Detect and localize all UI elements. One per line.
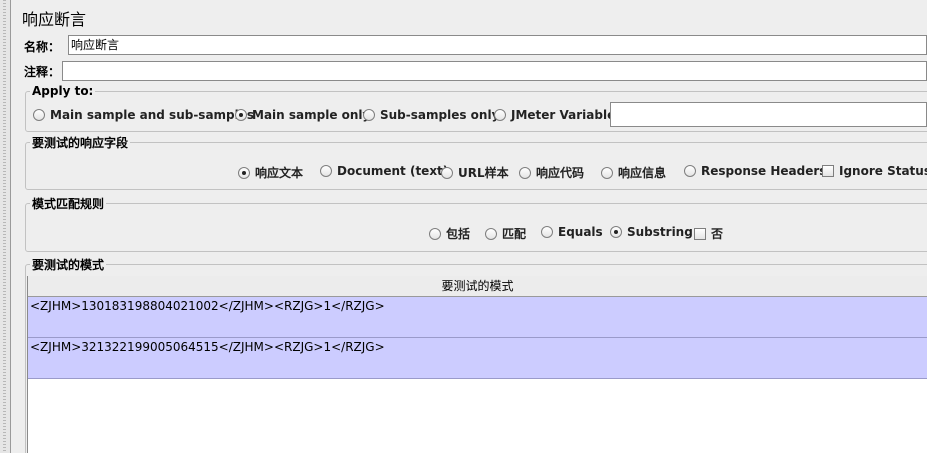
radio-off-icon bbox=[320, 165, 332, 177]
radio-off-icon bbox=[441, 166, 453, 179]
pattern-row[interactable]: <ZJHM>321322199005064515</ZJHM><RZJG>1</… bbox=[28, 338, 927, 379]
field-response-headers-radio[interactable]: Response Headers bbox=[684, 164, 826, 178]
field-response-code-label: 响应代码 bbox=[536, 166, 585, 180]
rule-matches-radio[interactable]: 匹配 bbox=[485, 225, 526, 242]
radio-off-icon bbox=[494, 109, 506, 121]
patterns-table[interactable]: 要测试的模式 <ZJHM>130183198804021002</ZJHM><R… bbox=[27, 276, 927, 453]
checkbox-icon bbox=[822, 165, 834, 177]
apply-main-and-sub-radio[interactable]: Main sample and sub-samples bbox=[33, 108, 254, 122]
pattern-row[interactable]: <ZJHM>130183198804021002</ZJHM><RZJG>1</… bbox=[28, 297, 927, 338]
field-response-text-label: 响应文本 bbox=[255, 166, 304, 180]
not-checkbox[interactable]: 否 bbox=[694, 225, 723, 242]
apply-main-only-label: Main sample only bbox=[252, 108, 371, 122]
apply-sub-only-radio[interactable]: Sub-samples only bbox=[363, 108, 499, 122]
radio-on-icon bbox=[235, 109, 247, 121]
rule-equals-label: Equals bbox=[558, 225, 603, 239]
rule-matches-label: 匹配 bbox=[502, 227, 527, 241]
field-document-text-label: Document (text) bbox=[337, 164, 449, 178]
comment-label: 注释： bbox=[24, 65, 61, 79]
rule-contains-label: 包括 bbox=[446, 227, 471, 241]
radio-off-icon bbox=[519, 166, 531, 179]
rule-equals-radio[interactable]: Equals bbox=[541, 225, 603, 239]
apply-sub-only-label: Sub-samples only bbox=[380, 108, 500, 122]
radio-on-icon bbox=[610, 226, 622, 238]
radio-off-icon bbox=[33, 109, 45, 121]
patterns-legend: 要测试的模式 bbox=[32, 258, 105, 272]
comment-field[interactable] bbox=[62, 61, 927, 81]
rule-substring-radio[interactable]: Substring bbox=[610, 225, 693, 239]
response-field-legend: 要测试的响应字段 bbox=[32, 136, 129, 150]
page-title: 响应断言 bbox=[22, 10, 87, 29]
field-response-message-radio[interactable]: 响应信息 bbox=[601, 164, 666, 181]
ignore-status-label: Ignore Status bbox=[839, 164, 927, 178]
name-label: 名称： bbox=[24, 40, 61, 54]
radio-off-icon bbox=[485, 227, 497, 240]
splitter-handle[interactable] bbox=[0, 0, 11, 453]
radio-off-icon bbox=[684, 165, 696, 177]
field-response-text-radio[interactable]: 响应文本 bbox=[238, 164, 303, 181]
apply-jmeter-variable-radio[interactable]: JMeter Variable bbox=[494, 108, 615, 122]
apply-to-legend: Apply to: bbox=[32, 84, 94, 98]
not-label: 否 bbox=[711, 227, 724, 241]
radio-on-icon bbox=[238, 166, 250, 179]
field-response-message-label: 响应信息 bbox=[618, 166, 667, 180]
rule-contains-radio[interactable]: 包括 bbox=[429, 225, 470, 242]
radio-off-icon bbox=[363, 109, 375, 121]
jmeter-variable-field[interactable] bbox=[610, 102, 927, 127]
radio-off-icon bbox=[601, 166, 613, 179]
field-url-sample-radio[interactable]: URL样本 bbox=[441, 164, 509, 181]
apply-main-only-radio[interactable]: Main sample only bbox=[235, 108, 370, 122]
field-response-code-radio[interactable]: 响应代码 bbox=[519, 164, 584, 181]
response-field-panel: 要测试的响应字段 bbox=[25, 134, 927, 190]
apply-main-and-sub-label: Main sample and sub-samples bbox=[50, 108, 255, 122]
name-field[interactable]: 响应断言 bbox=[68, 35, 927, 55]
field-document-text-radio[interactable]: Document (text) bbox=[320, 164, 448, 178]
ignore-status-checkbox[interactable]: Ignore Status bbox=[822, 164, 927, 178]
radio-off-icon bbox=[429, 227, 441, 240]
pattern-rules-panel: 模式匹配规则 bbox=[25, 195, 927, 252]
apply-jmeter-variable-label: JMeter Variable bbox=[511, 108, 616, 122]
rule-substring-label: Substring bbox=[627, 225, 693, 239]
field-response-headers-label: Response Headers bbox=[701, 164, 827, 178]
field-url-sample-label: URL样本 bbox=[458, 166, 509, 180]
radio-off-icon bbox=[541, 226, 553, 238]
pattern-rules-legend: 模式匹配规则 bbox=[32, 197, 105, 211]
patterns-column-header[interactable]: 要测试的模式 bbox=[28, 276, 927, 297]
checkbox-icon bbox=[694, 227, 706, 240]
